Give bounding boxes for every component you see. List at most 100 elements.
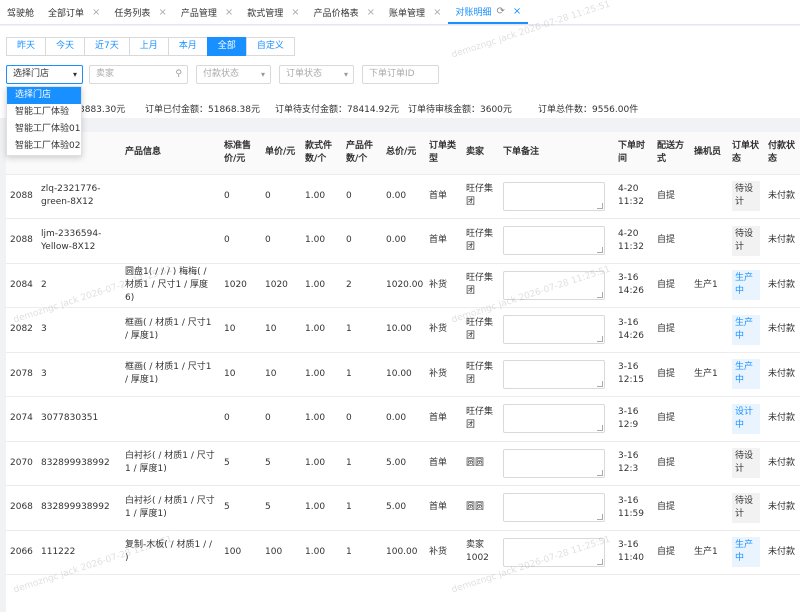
table-cell: 生产1 xyxy=(690,263,728,308)
table-cell: 0.00 xyxy=(382,174,425,219)
table-cell: 100 xyxy=(220,530,261,575)
table-cell: 1 xyxy=(342,352,382,397)
table-cell: 待设计 xyxy=(728,485,764,531)
close-icon[interactable]: × xyxy=(433,7,441,18)
table-cell: 设计中 xyxy=(728,396,764,442)
close-icon[interactable]: × xyxy=(513,6,521,17)
tab-item[interactable]: 任务列表 × xyxy=(107,0,173,24)
chevron-down-icon: ▾ xyxy=(343,70,348,79)
order-note-textarea[interactable] xyxy=(503,270,605,300)
close-icon[interactable]: × xyxy=(291,7,299,18)
tab-item[interactable]: 款式管理 × xyxy=(240,0,306,24)
table-cell: 补货 xyxy=(425,352,462,397)
close-icon[interactable]: × xyxy=(92,7,100,18)
store-dropdown: 选择门店 智能工厂体验 智能工厂体验01 智能工厂体验02 xyxy=(6,86,82,156)
store-option[interactable]: 智能工厂体验02 xyxy=(7,138,81,155)
tab-label: 产品价格表 xyxy=(313,8,359,19)
table-cell: 待设计 xyxy=(728,441,764,486)
tab-item[interactable]: 产品价格表 × xyxy=(307,0,382,24)
column-header: 订单状态 xyxy=(728,132,764,175)
table-cell: 1.00 xyxy=(301,174,342,219)
order-note-textarea[interactable] xyxy=(503,448,605,478)
table-cell: 10 xyxy=(261,307,301,353)
date-range-button[interactable]: 昨天 xyxy=(6,37,47,56)
order-note-textarea[interactable] xyxy=(503,181,605,211)
date-range-button[interactable]: 全部 xyxy=(206,37,247,56)
column-header: 操机员 xyxy=(690,132,728,175)
table-cell: 3-16 12:15 xyxy=(614,352,653,397)
table-cell: 旺仔集团 xyxy=(462,396,499,442)
column-header: 付款状态 xyxy=(764,132,800,175)
table-cell: 白衬衫( / 材质1 / 尺寸1 / 厚度1) xyxy=(121,485,220,531)
tab-item[interactable]: 驾驶舱 xyxy=(0,0,41,24)
table-cell: 832899938992 xyxy=(37,441,121,486)
date-range-button[interactable]: 上月 xyxy=(128,37,169,56)
order-note-textarea[interactable] xyxy=(503,315,605,345)
table-cell: 白衬衫( / 材质1 / 尺寸1 / 厚度1) xyxy=(121,441,220,486)
table-row: 2082 3 框画( / 材质1 / 尺寸1 / 厚度1) 10 10 1.00 1 10.0… xyxy=(6,307,800,353)
table-cell: 未付款 xyxy=(764,218,800,264)
table-cell xyxy=(121,218,220,264)
pay-status-select[interactable]: 付款状态 ▾ xyxy=(196,65,271,84)
order-note-textarea[interactable] xyxy=(503,359,605,389)
date-range-button[interactable]: 近7天 xyxy=(84,37,130,56)
order-note-textarea[interactable] xyxy=(503,537,605,567)
table-cell: 0 xyxy=(220,174,261,219)
table-cell: 补货 xyxy=(425,263,462,308)
table-cell: 0.00 xyxy=(382,396,425,442)
column-header: 下单时间 xyxy=(614,132,653,175)
table-cell: 未付款 xyxy=(764,485,800,531)
order-status-select[interactable]: 订单状态 ▾ xyxy=(279,65,354,84)
store-option[interactable]: 智能工厂体验 xyxy=(7,104,81,121)
table-cell: 旺仔集团 xyxy=(462,352,499,397)
table-cell: 自提 xyxy=(653,441,690,486)
table-cell: 3-16 14:26 xyxy=(614,307,653,353)
store-option[interactable]: 智能工厂体验01 xyxy=(7,121,81,138)
order-note-textarea[interactable] xyxy=(503,226,605,256)
store-option[interactable]: 选择门店 xyxy=(7,87,81,104)
date-range-button[interactable]: 本月 xyxy=(167,37,208,56)
table-cell: 卖家1002 xyxy=(462,530,499,575)
summary-pending-review: 订单待审核金额：3600元 xyxy=(408,105,512,115)
order-id-input[interactable]: 下单订单ID xyxy=(362,65,439,84)
table-cell xyxy=(121,396,220,442)
table-cell: 待设计 xyxy=(728,174,764,219)
date-range-button[interactable]: 今天 xyxy=(45,37,86,56)
table-cell: 3 xyxy=(37,307,121,353)
table-cell: 3077830351 xyxy=(37,396,121,442)
summary-pending-pay: 订单待支付金额：78414.92元 xyxy=(275,105,399,115)
close-icon[interactable]: × xyxy=(367,7,375,18)
status-badge: 待设计 xyxy=(732,448,760,479)
table-cell: 1.00 xyxy=(301,307,342,353)
table-cell: 1.00 xyxy=(301,396,342,442)
table-cell: 3 xyxy=(37,352,121,397)
tab-item[interactable]: 全部订单 × xyxy=(41,0,107,24)
table-cell: 1 xyxy=(342,485,382,531)
table-cell: 100.00 xyxy=(382,530,425,575)
table-cell: 未付款 xyxy=(764,530,800,575)
store-select-value: 选择门店 xyxy=(13,69,50,79)
tab-item[interactable]: 产品管理 × xyxy=(174,0,240,24)
tab-item[interactable]: 账单管理 × xyxy=(382,0,448,24)
status-badge: 生产中 xyxy=(732,537,760,568)
order-note-textarea[interactable] xyxy=(503,493,605,523)
chevron-down-icon: ▾ xyxy=(260,70,265,79)
table-cell: 生产中 xyxy=(728,263,764,308)
store-select[interactable]: 选择门店 ▾ xyxy=(6,65,83,84)
order-note-textarea[interactable] xyxy=(503,404,605,434)
tab-label: 对账明细 xyxy=(455,7,492,18)
close-icon[interactable]: × xyxy=(225,7,233,18)
table-cell: 补货 xyxy=(425,307,462,353)
table-cell: 10 xyxy=(220,352,261,397)
close-icon[interactable]: × xyxy=(158,7,166,18)
table-cell xyxy=(690,441,728,486)
tab-item[interactable]: 对账明细 ⟳ × xyxy=(448,0,529,24)
table-cell: 自提 xyxy=(653,263,690,308)
date-range-button[interactable]: 自定义 xyxy=(245,37,295,56)
table-cell xyxy=(690,218,728,264)
table-cell: 1.00 xyxy=(301,485,342,531)
status-badge: 设计中 xyxy=(732,403,760,434)
refresh-icon[interactable]: ⟳ xyxy=(496,6,504,17)
tab-label: 全部订单 xyxy=(48,8,85,19)
seller-input[interactable]: 卖家 ⚲ xyxy=(89,65,188,84)
